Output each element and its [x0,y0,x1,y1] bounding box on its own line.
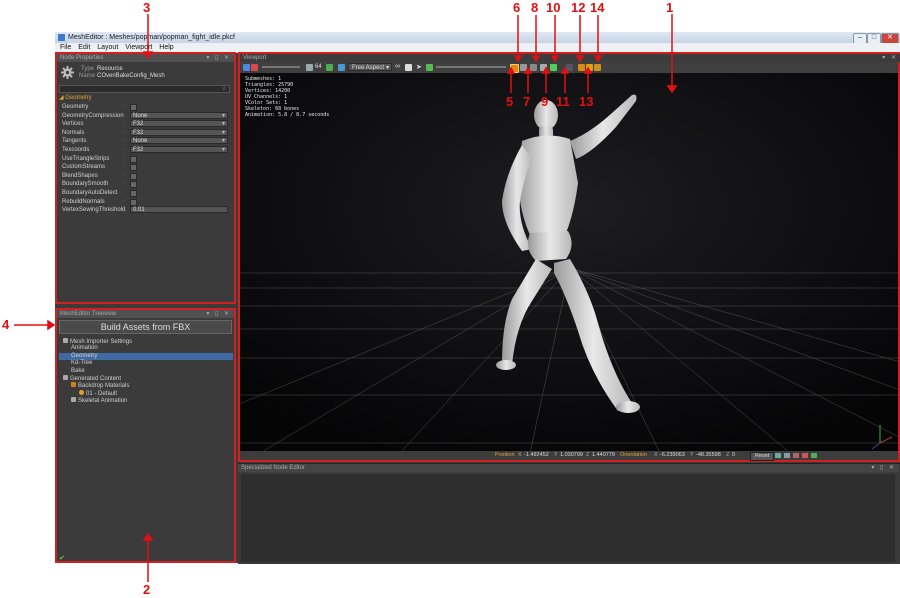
annotation-10: 10 [546,0,561,15]
annotation-3: 3 [143,0,151,15]
annotation-9: 9 [541,94,549,109]
annotation-6: 6 [513,0,521,15]
annotation-11: 11 [556,94,570,109]
annotation-arrows [14,14,678,582]
annotation-7: 7 [523,94,531,109]
annotation-5: 5 [506,94,514,109]
annotation-8: 8 [531,0,539,15]
annotation-2: 2 [143,582,151,597]
annotation-4: 4 [2,317,10,332]
annotation-14: 14 [590,0,605,15]
annotation-1: 1 [666,0,674,15]
annotation-13: 13 [579,94,594,109]
annotation-12: 12 [571,0,586,15]
